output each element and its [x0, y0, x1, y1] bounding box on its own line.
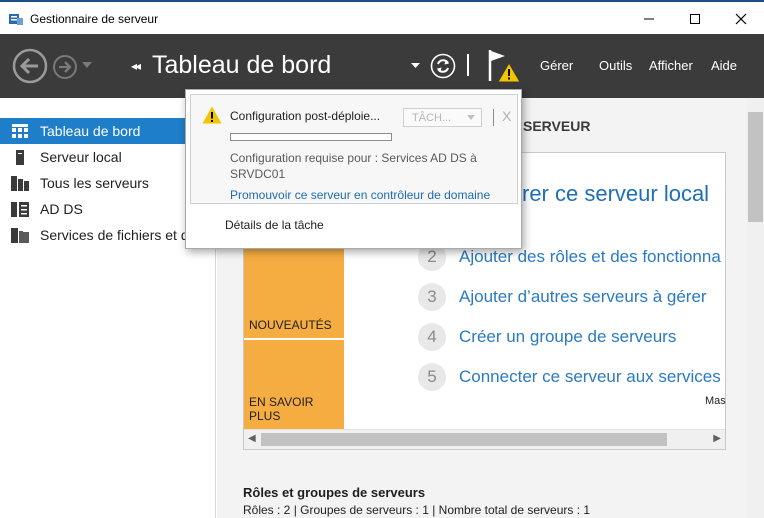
scroll-right-icon[interactable]: ▶ [713, 433, 721, 444]
close-icon [735, 13, 747, 25]
roles-stats: Rôles : 2 | Groupes de serveurs : 1 | No… [243, 503, 591, 517]
menu-tools[interactable]: Outils [599, 58, 632, 73]
whats-new-tile[interactable]: NOUVEAUTÉS [244, 249, 344, 338]
tasks-label: TÂCH... [412, 111, 452, 124]
welcome-title: SERVEUR [523, 118, 591, 134]
breadcrumb-arrows: ◂◂ [131, 59, 141, 73]
learn-more-tile[interactable]: EN SAVOIR PLUS [244, 340, 344, 429]
notification-flag-icon[interactable] [487, 47, 521, 85]
sidebar-item-all-servers[interactable]: Tous les serveurs [0, 170, 215, 196]
scroll-left-icon[interactable]: ◀ [248, 433, 256, 444]
menu-view[interactable]: Afficher [649, 58, 693, 73]
window-title: Gestionnaire de serveur [30, 12, 159, 26]
forward-arrow-icon[interactable] [52, 54, 78, 80]
menu-help[interactable]: Aide [711, 58, 737, 73]
sidebar-item-label: Services de fichiers et d [40, 227, 189, 243]
toolbar-separator [467, 54, 469, 76]
requirement-text: Configuration requise pour : Services AD… [230, 151, 477, 181]
file-services-icon [0, 227, 40, 243]
sidebar-item-ad-ds[interactable]: AD DS [0, 196, 215, 222]
sidebar-item-file-services[interactable]: Services de fichiers et d [0, 222, 215, 248]
sidebar-item-local-server[interactable]: Serveur local [0, 144, 215, 170]
minimize-icon [644, 18, 654, 20]
scrollbar-thumb[interactable] [261, 433, 667, 446]
dashboard-icon [0, 124, 40, 138]
history-dropdown-icon[interactable] [82, 61, 92, 69]
maximize-icon [690, 14, 700, 24]
title-bar: Gestionnaire de serveur [0, 0, 764, 34]
notification-popup: Configuration post-déploie... TÂCH... X … [185, 89, 522, 249]
servers-icon [0, 175, 40, 191]
page-title: Tableau de bord [152, 51, 332, 79]
step-add-servers[interactable]: 3 Ajouter d’autres serveurs à gérer [418, 283, 707, 311]
step-link[interactable]: Connecter ce serveur aux services [459, 367, 721, 387]
vertical-scrollbar[interactable] [747, 98, 764, 518]
refresh-icon[interactable] [430, 53, 456, 79]
back-arrow-icon[interactable] [12, 48, 48, 84]
tasks-dropdown[interactable]: TÂCH... [403, 108, 482, 127]
server-icon [0, 149, 40, 165]
step-create-group[interactable]: 4 Créer un groupe de serveurs [418, 323, 676, 351]
step-number: 5 [418, 363, 446, 391]
hide-link[interactable]: Mas [705, 395, 726, 407]
maximize-button[interactable] [672, 5, 718, 33]
menu-manage[interactable]: Gérer [540, 58, 573, 73]
separator [493, 109, 494, 126]
sidebar-item-label: AD DS [40, 201, 83, 217]
sidebar: Tableau de bord Serveur local Tous les s… [0, 98, 216, 518]
progress-bar [230, 133, 392, 141]
configure-local-server-link[interactable]: rer ce serveur local [522, 181, 709, 207]
sidebar-item-dashboard[interactable]: Tableau de bord [0, 118, 186, 144]
step-connect-cloud[interactable]: 5 Connecter ce serveur aux services [418, 363, 721, 391]
horizontal-scrollbar[interactable]: ◀ ▶ [244, 429, 725, 449]
step-link[interactable]: Ajouter des rôles et des fonctionna [459, 247, 721, 267]
close-button[interactable] [718, 5, 764, 33]
minimize-button[interactable] [626, 5, 672, 33]
step-number: 4 [418, 323, 446, 351]
sidebar-item-label: Serveur local [40, 149, 122, 165]
scrollbar-thumb[interactable] [748, 112, 763, 222]
task-details-link[interactable]: Détails de la tâche [225, 218, 324, 232]
ad-ds-icon [0, 201, 40, 217]
step-number: 3 [418, 283, 446, 311]
promote-dc-link[interactable]: Promouvoir ce serveur en contrôleur de d… [230, 188, 490, 202]
breadcrumb-dropdown-icon[interactable] [411, 62, 420, 69]
whats-new-label: NOUVEAUTÉS [249, 318, 332, 332]
sidebar-item-label: Tableau de bord [40, 123, 141, 139]
notification-task: Configuration post-déploie... TÂCH... X … [190, 94, 518, 204]
notification-title: Configuration post-déploie... [230, 109, 381, 123]
step-link[interactable]: Créer un groupe de serveurs [459, 327, 676, 347]
learn-more-label: EN SAVOIR PLUS [249, 395, 314, 423]
dismiss-notification-button[interactable]: X [502, 108, 511, 124]
server-manager-app-icon [9, 14, 23, 25]
step-link[interactable]: Ajouter d’autres serveurs à gérer [459, 287, 707, 307]
warning-icon [202, 106, 222, 124]
sidebar-item-label: Tous les serveurs [40, 175, 149, 191]
chevron-down-icon [467, 115, 475, 120]
roles-section-title: Rôles et groupes de serveurs [243, 485, 426, 500]
